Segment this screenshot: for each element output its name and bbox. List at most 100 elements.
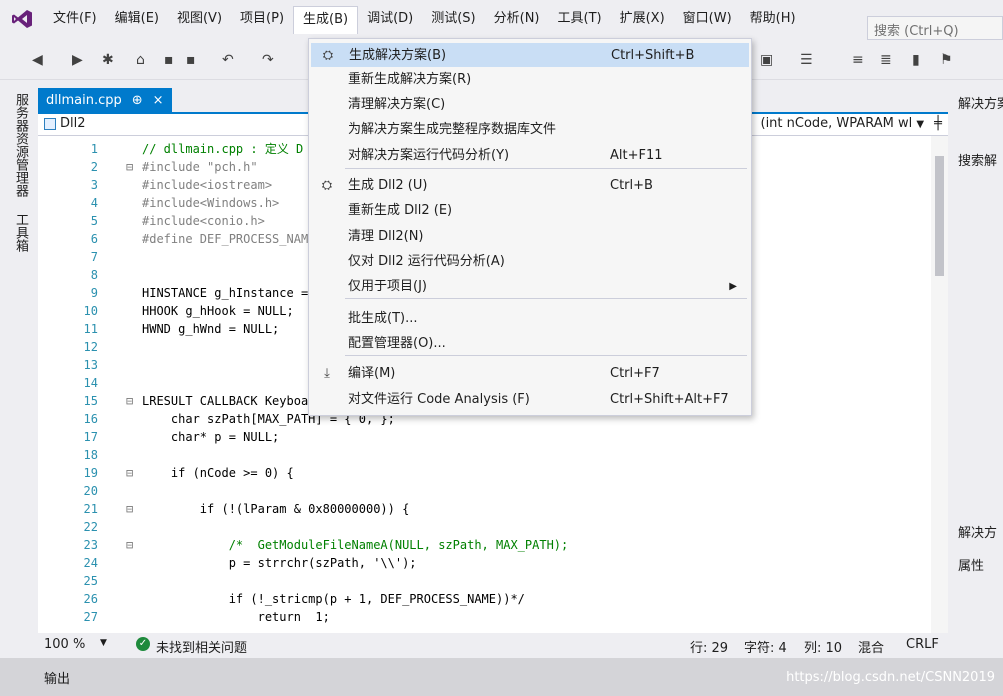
code-line[interactable]: 22: [38, 518, 931, 536]
undo-icon[interactable]: ↶: [222, 52, 234, 68]
menu-analyze[interactable]: 分析(N): [485, 6, 549, 32]
build-menu-item[interactable]: ⛭ 生成 Dll2 (U) Ctrl+B: [311, 174, 749, 198]
line-number: 15: [83, 394, 98, 408]
code-line[interactable]: 19 ⊟ if (nCode >= 0) {: [38, 464, 931, 482]
project-label: Dll2: [60, 116, 86, 131]
fold-toggle-icon[interactable]: ⊟: [126, 158, 136, 176]
new-project-icon[interactable]: ✱: [102, 52, 114, 68]
build-menu-item[interactable]: 仅对 Dll2 运行代码分析(A): [311, 250, 749, 274]
chevron-down-icon[interactable]: ▼: [100, 638, 107, 648]
open-icon[interactable]: ⌂: [136, 52, 145, 68]
save-icon[interactable]: ▪: [164, 52, 174, 68]
visual-studio-logo-icon: [0, 0, 44, 38]
issues-status[interactable]: 未找到相关问题: [156, 637, 247, 656]
code-line[interactable]: 25: [38, 572, 931, 590]
build-menu-item[interactable]: 对文件运行 Code Analysis (F) Ctrl+Shift+Alt+F7: [311, 388, 749, 412]
build-solution-icon: ⛭: [322, 48, 334, 63]
menu-item-shortcut: Ctrl+Shift+B: [611, 48, 695, 63]
scrollbar-thumb[interactable]: [935, 156, 944, 276]
line-number: 26: [83, 592, 98, 606]
code-line[interactable]: 23 ⊟ /* GetModuleFileNameA(NULL, szPath, …: [38, 536, 931, 554]
redo-icon[interactable]: ↷: [262, 52, 274, 68]
code-line[interactable]: 20: [38, 482, 931, 500]
fold-toggle-icon[interactable]: ⊟: [126, 392, 136, 410]
menu-item-label: 对解决方案运行代码分析(Y): [348, 148, 510, 163]
menu-item-label: 清理 Dll2(N): [348, 229, 424, 244]
line-ending[interactable]: CRLF: [906, 637, 939, 652]
close-icon[interactable]: ×: [153, 93, 164, 109]
menu-window[interactable]: 窗口(W): [674, 6, 741, 32]
code-line[interactable]: 21 ⊟ if (!(lParam & 0x80000000)) {: [38, 500, 931, 518]
menu-view[interactable]: 视图(V): [168, 6, 231, 32]
menu-test[interactable]: 测试(S): [422, 6, 484, 32]
build-menu-item[interactable]: 重新生成 Dll2 (E): [311, 199, 749, 223]
code-line[interactable]: 24 p = strrchr(szPath, '\\');: [38, 554, 931, 572]
vertical-scrollbar[interactable]: [931, 136, 948, 633]
indent-mode[interactable]: 混合: [858, 637, 884, 656]
solution-label: 解决方: [958, 526, 998, 541]
bookmark-icon[interactable]: ▮: [912, 52, 920, 68]
build-menu-item[interactable]: 仅用于项目(J) ▶: [311, 275, 749, 299]
build-menu-item[interactable]: 批生成(T)...: [311, 307, 749, 331]
line-number: 2: [90, 160, 98, 174]
menu-edit[interactable]: 编辑(E): [106, 6, 168, 32]
line-number: 23: [83, 538, 98, 552]
char-number: 字符: 4: [744, 641, 787, 656]
menu-extensions[interactable]: 扩展(X): [611, 6, 674, 32]
editor-status-bar: 100 % ▼ ✓ 未找到相关问题 行: 29 字符: 4 列: 10 混合 C…: [38, 633, 948, 658]
solution-explorer-title: 解决方案: [952, 88, 1003, 114]
toolbar-icon[interactable]: ▣: [760, 52, 773, 68]
server-explorer-tab[interactable]: 服务器资源管理器: [8, 89, 30, 205]
project-icon: [44, 117, 56, 130]
menu-item-label: 清理解决方案(C): [348, 97, 446, 112]
toolbar-icon[interactable]: ≡: [852, 52, 864, 68]
project-dropdown[interactable]: Dll2: [44, 116, 86, 131]
output-tab[interactable]: 输出: [44, 668, 70, 687]
line-number: 17: [83, 430, 98, 444]
fold-toggle-icon[interactable]: ⊟: [126, 500, 136, 518]
save-all-icon[interactable]: ▪: [186, 52, 196, 68]
fold-toggle-icon[interactable]: ⊟: [126, 536, 136, 554]
zoom-dropdown[interactable]: 100 %: [44, 637, 85, 652]
line-number: 5: [90, 214, 98, 228]
menu-bar: 文件(F) 编辑(E) 视图(V) 项目(P) 生成(B) 调试(D) 测试(S…: [0, 0, 1003, 40]
menu-help[interactable]: 帮助(H): [741, 6, 805, 32]
menu-debug[interactable]: 调试(D): [358, 6, 422, 32]
code-text: if (nCode >= 0) {: [142, 466, 294, 480]
chevron-down-icon: ▼: [916, 119, 925, 130]
code-text: #include<conio.h>: [142, 214, 265, 228]
tab-dllmain[interactable]: dllmain.cpp ⊕ ×: [38, 88, 172, 114]
build-menu-item[interactable]: 配置管理器(O)...: [311, 332, 749, 356]
menu-build[interactable]: 生成(B): [293, 6, 359, 34]
code-text: #include "pch.h": [142, 160, 258, 174]
build-menu-item[interactable]: 为解决方案生成完整程序数据库文件: [311, 118, 749, 142]
search-input[interactable]: 搜索 (Ctrl+Q): [867, 16, 1003, 40]
properties-title: 属性: [958, 559, 985, 574]
line-number: 8: [90, 268, 98, 282]
build-menu-item[interactable]: 清理 Dll2(N): [311, 225, 749, 249]
menu-file[interactable]: 文件(F): [44, 6, 106, 32]
build-menu-item[interactable]: ⤓ 编译(M) Ctrl+F7: [311, 362, 749, 386]
build-menu-item[interactable]: 清理解决方案(C): [311, 93, 749, 117]
function-dropdown[interactable]: (int nCode, WPARAM wl ▼ ╪: [761, 116, 943, 131]
code-line[interactable]: 26 if (!_stricmp(p + 1, DEF_PROCESS_NAME…: [38, 590, 931, 608]
toolbar-icon[interactable]: ⚑: [940, 52, 953, 68]
fold-toggle-icon[interactable]: ⊟: [126, 464, 136, 482]
toolbox-tab[interactable]: 工具箱: [8, 209, 30, 259]
toolbar-icon[interactable]: ≣: [880, 52, 892, 68]
forward-icon[interactable]: ▶: [72, 52, 83, 68]
build-menu-item[interactable]: 对解决方案运行代码分析(Y) Alt+F11: [311, 144, 749, 168]
pin-icon[interactable]: ⊕: [132, 93, 143, 109]
code-line[interactable]: 27 return 1;: [38, 608, 931, 626]
build-menu-item[interactable]: 重新生成解决方案(R): [311, 68, 749, 92]
solution-search[interactable]: 搜索解: [958, 150, 997, 169]
menu-tools[interactable]: 工具(T): [549, 6, 611, 32]
back-icon[interactable]: ◀: [32, 52, 43, 68]
code-line[interactable]: 17 char* p = NULL;: [38, 428, 931, 446]
code-text: // dllmain.cpp : 定义 D: [142, 142, 304, 156]
split-icon[interactable]: ╪: [934, 116, 942, 131]
menu-project[interactable]: 项目(P): [231, 6, 293, 32]
build-menu-item[interactable]: ⛭ 生成解决方案(B) Ctrl+Shift+B: [311, 43, 749, 67]
code-line[interactable]: 18: [38, 446, 931, 464]
toolbar-icon[interactable]: ☰: [800, 52, 813, 68]
